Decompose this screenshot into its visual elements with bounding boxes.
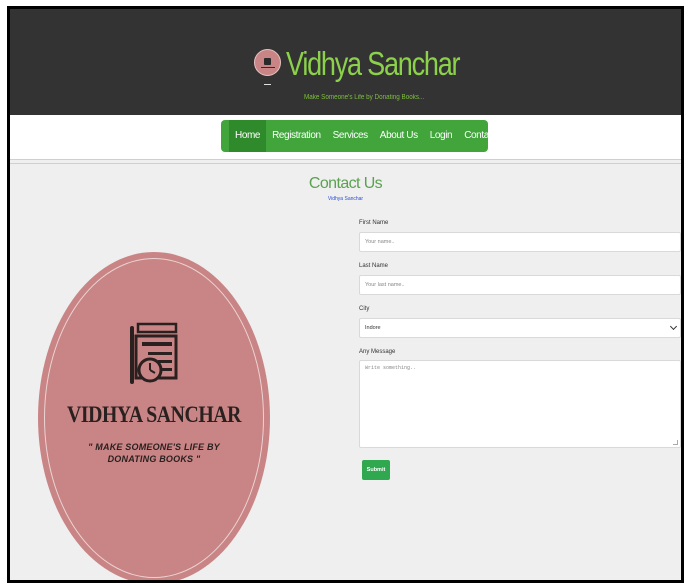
- last-name-label: Last Name: [359, 263, 389, 269]
- brand-title[interactable]: Vidhya Sanchar: [286, 45, 461, 83]
- brand-emblem: VIDHYA SANCHAR " MAKE SOMEONE'S LIFE BY …: [38, 252, 270, 580]
- page-subtitle: Vidhya Sanchar: [327, 196, 364, 202]
- divider: [10, 163, 681, 164]
- message-placeholder: Write something..: [365, 365, 417, 371]
- nav-item-login[interactable]: Login: [424, 120, 458, 152]
- chevron-down-icon: [669, 322, 678, 331]
- divider: [10, 159, 681, 160]
- book-icon: [264, 57, 271, 65]
- submit-button[interactable]: Submit: [362, 460, 390, 480]
- site-logo[interactable]: [254, 49, 281, 76]
- last-name-field[interactable]: Your last name..: [359, 275, 681, 295]
- nav-item-home[interactable]: Home: [229, 120, 267, 152]
- main-nav: Home Registration Services About Us Logi…: [221, 120, 510, 152]
- emblem-title: VIDHYA SANCHAR: [66, 402, 242, 427]
- nav-item-contact-us[interactable]: Contact Us: [458, 120, 515, 152]
- city-select-value: Indore: [365, 325, 381, 331]
- message-textarea[interactable]: Write something..: [359, 360, 681, 448]
- city-select[interactable]: Indore: [359, 318, 681, 338]
- nav-item-about-us[interactable]: About Us: [374, 120, 424, 152]
- browser-frame: Vidhya Sanchar Make Someone's Life by Do…: [7, 6, 684, 583]
- first-name-label: First Name: [359, 220, 389, 226]
- city-label: City: [359, 306, 370, 312]
- nav-item-registration[interactable]: Registration: [266, 120, 327, 152]
- page-title: Contact Us: [308, 175, 383, 192]
- book-clock-icon: [130, 322, 178, 384]
- emblem-tagline: " MAKE SOMEONE'S LIFE BY DONATING BOOKS …: [88, 442, 220, 464]
- brand-tagline: Make Someone's Life by Donating Books...: [304, 94, 425, 101]
- first-name-field[interactable]: Your name..: [359, 232, 681, 252]
- site-header: Vidhya Sanchar Make Someone's Life by Do…: [10, 9, 681, 115]
- message-label: Any Message: [359, 349, 396, 355]
- nav-item-services[interactable]: Services: [327, 120, 374, 152]
- contact-form: First Name Your name.. Last Name Your la…: [359, 219, 681, 448]
- nav-band: Home Registration Services About Us Logi…: [10, 115, 681, 159]
- resize-handle-icon[interactable]: [673, 440, 678, 445]
